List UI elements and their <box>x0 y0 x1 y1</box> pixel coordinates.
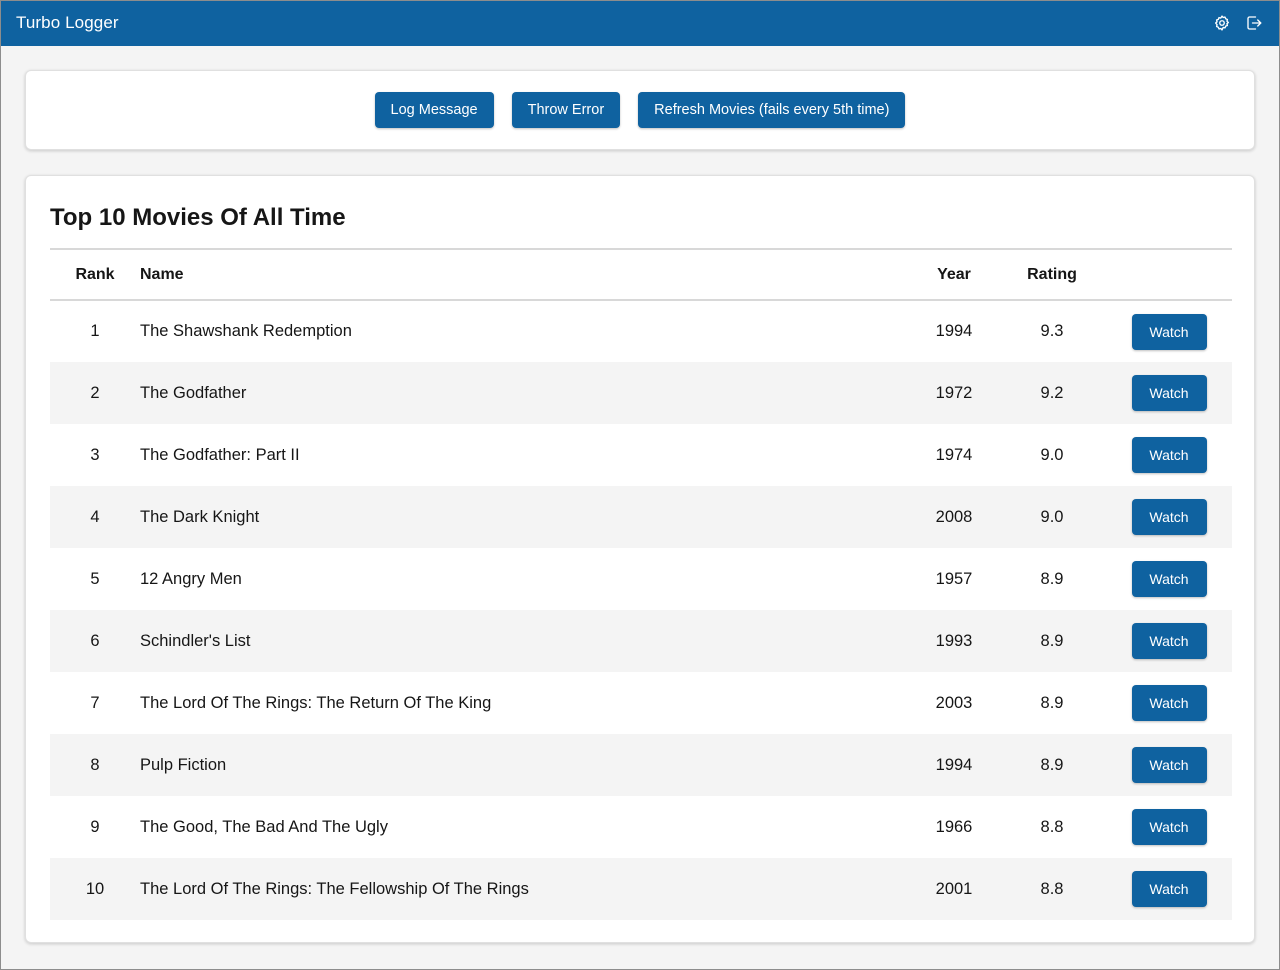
column-header-rank: Rank <box>75 265 115 283</box>
app-title: Turbo Logger <box>16 13 119 32</box>
column-header-action <box>1106 249 1232 300</box>
cell-rating: 9.0 <box>1040 507 1064 526</box>
cell-rating: 8.8 <box>1040 817 1064 836</box>
gear-icon[interactable] <box>1212 13 1232 33</box>
cell-year: 1994 <box>935 755 973 774</box>
cell-name: The Lord Of The Rings: The Return Of The… <box>140 693 492 712</box>
cell-name: The Good, The Bad And The Ugly <box>140 817 388 836</box>
cell-rank: 4 <box>90 507 100 526</box>
watch-button[interactable]: Watch <box>1131 375 1207 411</box>
table-row: 2 The Godfather 1972 9.2 Watch <box>50 362 1232 424</box>
watch-button[interactable]: Watch <box>1131 437 1207 473</box>
column-header-year: Year <box>937 265 971 283</box>
table-row: 9 The Good, The Bad And The Ugly 1966 8.… <box>50 796 1232 858</box>
cell-action: Watch <box>1106 424 1232 486</box>
table-row: 10 The Lord Of The Rings: The Fellowship… <box>50 858 1232 920</box>
cell-rank: 3 <box>90 445 100 464</box>
cell-year: 2003 <box>935 693 973 712</box>
throw-error-button[interactable]: Throw Error <box>511 92 621 128</box>
column-header-name: Name <box>140 265 184 283</box>
cell-rating: 9.3 <box>1040 322 1064 340</box>
cell-year: 1957 <box>935 569 973 588</box>
cell-name: The Dark Knight <box>140 507 260 526</box>
watch-button[interactable]: Watch <box>1131 871 1207 907</box>
cell-action: Watch <box>1106 672 1232 734</box>
cell-name: 12 Angry Men <box>140 569 242 588</box>
cell-year: 2008 <box>935 507 973 526</box>
cell-rating: 8.8 <box>1040 879 1064 898</box>
cell-rank: 1 <box>90 322 100 340</box>
cell-action: Watch <box>1106 610 1232 672</box>
cell-rating: 9.0 <box>1040 445 1064 464</box>
table-row: 8 Pulp Fiction 1994 8.9 Watch <box>50 734 1232 796</box>
cell-rank: 10 <box>85 879 105 898</box>
cell-rank: 5 <box>90 569 100 588</box>
cell-year: 1974 <box>935 445 973 464</box>
cell-action: Watch <box>1106 858 1232 920</box>
cell-rating: 8.9 <box>1040 631 1064 650</box>
cell-rating: 8.9 <box>1040 693 1064 712</box>
table-row: 6 Schindler's List 1993 8.9 Watch <box>50 610 1232 672</box>
watch-button[interactable]: Watch <box>1131 747 1207 783</box>
watch-button[interactable]: Watch <box>1131 809 1207 845</box>
cell-rank: 8 <box>90 755 100 774</box>
watch-button[interactable]: Watch <box>1131 561 1207 597</box>
cell-action: Watch <box>1106 548 1232 610</box>
column-header-rating: Rating <box>1027 265 1077 283</box>
table-row: 3 The Godfather: Part II 1974 9.0 Watch <box>50 424 1232 486</box>
cell-rank: 9 <box>90 817 100 836</box>
cell-name: Schindler's List <box>140 631 251 650</box>
logout-icon[interactable] <box>1244 13 1264 33</box>
cell-name: Pulp Fiction <box>140 755 227 774</box>
movies-table: Rank Name Year Rating 1 The Shawshank Re… <box>50 248 1232 920</box>
cell-name: The Lord Of The Rings: The Fellowship Of… <box>140 879 529 898</box>
table-row: 7 The Lord Of The Rings: The Return Of T… <box>50 672 1232 734</box>
actions-card: Log Message Throw Error Refresh Movies (… <box>25 70 1255 150</box>
cell-year: 2001 <box>935 879 973 898</box>
cell-action: Watch <box>1106 362 1232 424</box>
table-header-row: Rank Name Year Rating <box>50 249 1232 300</box>
table-row: 1 The Shawshank Redemption 1994 9.3 Watc… <box>50 300 1232 362</box>
cell-action: Watch <box>1106 796 1232 858</box>
cell-action: Watch <box>1106 486 1232 548</box>
movies-title: Top 10 Movies Of All Time <box>50 204 346 231</box>
cell-rank: 6 <box>90 631 100 650</box>
watch-button[interactable]: Watch <box>1131 623 1207 659</box>
cell-rating: 9.2 <box>1040 383 1064 402</box>
movies-card: Top 10 Movies Of All Time Rank Name Year… <box>25 175 1255 943</box>
cell-action: Watch <box>1106 734 1232 796</box>
log-message-button[interactable]: Log Message <box>374 92 494 128</box>
cell-rating: 8.9 <box>1040 755 1064 774</box>
cell-year: 1993 <box>935 631 973 650</box>
cell-year: 1972 <box>935 383 973 402</box>
cell-rating: 8.9 <box>1040 569 1064 588</box>
table-row: 5 12 Angry Men 1957 8.9 Watch <box>50 548 1232 610</box>
cell-action: Watch <box>1106 300 1232 362</box>
cell-year: 1966 <box>935 817 973 836</box>
cell-rank: 7 <box>90 693 100 712</box>
watch-button[interactable]: Watch <box>1131 499 1207 535</box>
cell-year: 1994 <box>935 322 973 340</box>
cell-name: The Godfather <box>140 383 247 402</box>
cell-name: The Godfather: Part II <box>140 445 300 464</box>
watch-button[interactable]: Watch <box>1131 685 1207 721</box>
top-bar-actions <box>1212 13 1264 33</box>
refresh-movies-button[interactable]: Refresh Movies (fails every 5th time) <box>638 92 906 128</box>
top-bar: Turbo Logger <box>0 0 1280 46</box>
table-row: 4 The Dark Knight 2008 9.0 Watch <box>50 486 1232 548</box>
cell-rank: 2 <box>90 383 100 402</box>
watch-button[interactable]: Watch <box>1131 313 1207 350</box>
cell-name: The Shawshank Redemption <box>140 322 352 340</box>
